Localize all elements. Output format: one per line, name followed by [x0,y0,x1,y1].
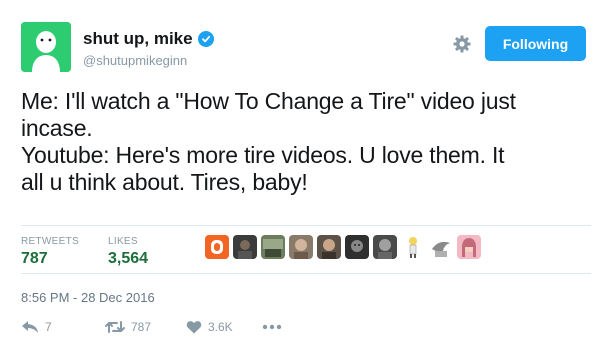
following-button[interactable]: Following [485,26,586,61]
retweet-button[interactable]: 787 [105,320,186,334]
more-button[interactable] [262,324,282,330]
display-name-row[interactable]: shut up, mike [83,29,214,49]
liker-avatar[interactable] [261,235,285,259]
liker-avatar[interactable] [429,235,453,259]
liker-avatar[interactable] [457,235,481,259]
gear-icon[interactable] [452,34,472,54]
retweet-count: 787 [131,320,152,334]
display-name[interactable]: shut up, mike [83,29,193,49]
like-count: 3.6K [208,320,233,334]
reply-count: 7 [45,320,52,334]
divider [21,225,591,226]
likes-count[interactable]: 3,564 [108,250,148,268]
user-handle[interactable]: @shutupmikeginn [83,53,187,68]
heart-icon [186,321,202,334]
ghost-icon [21,22,71,72]
retweet-icon [105,321,125,333]
liker-avatar[interactable] [233,235,257,259]
likers-avatars [205,235,481,259]
avatar[interactable] [21,22,71,72]
liker-avatar[interactable] [345,235,369,259]
likes-label: LIKES [108,236,138,247]
tweet-timestamp[interactable]: 8:56 PM - 28 Dec 2016 [21,290,155,305]
retweets-count[interactable]: 787 [21,250,48,268]
reply-button[interactable]: 7 [21,320,105,334]
liker-avatar[interactable] [373,235,397,259]
like-button[interactable]: 3.6K [186,320,262,334]
liker-avatar[interactable] [401,235,425,259]
liker-avatar[interactable] [317,235,341,259]
liker-avatar[interactable] [289,235,313,259]
tweet-text: Me: I'll watch a "How To Change a Tire" … [21,88,516,195]
divider [21,273,591,274]
verified-badge-icon [197,31,214,47]
tweet-actions: 7 787 3.6K [21,318,282,336]
liker-avatar[interactable] [205,235,229,259]
retweets-label: RETWEETS [21,236,79,247]
reply-icon [22,321,38,333]
more-dots-icon [262,324,282,330]
